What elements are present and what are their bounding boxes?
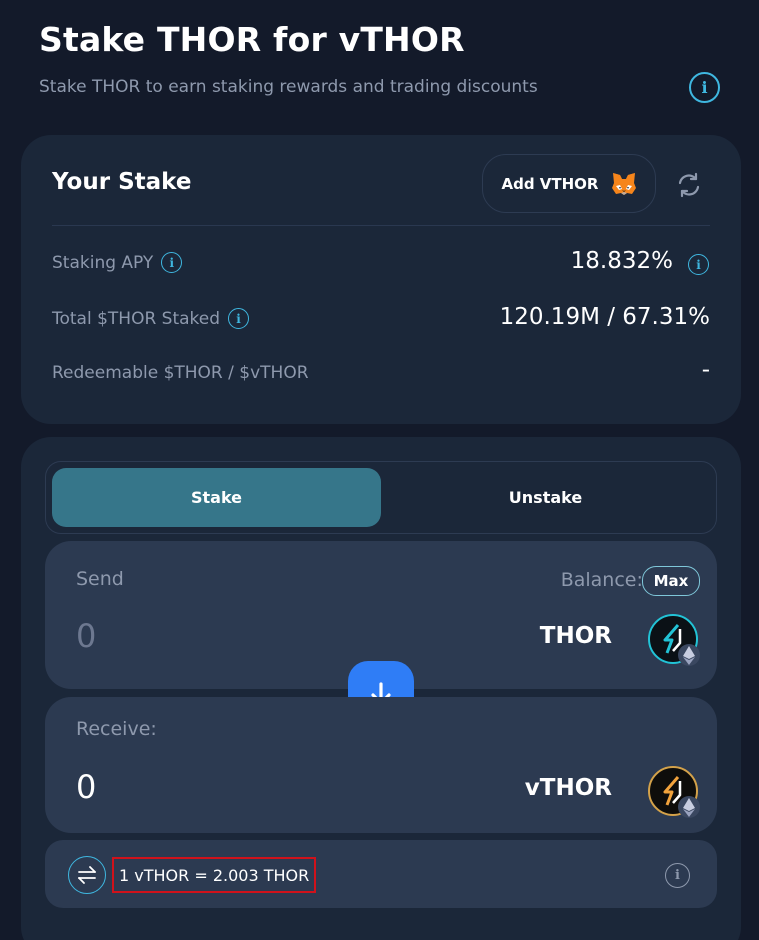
exchange-rate-text: 1 vTHOR = 2.003 THOR: [112, 857, 317, 893]
page-subtitle: Stake THOR to earn staking rewards and t…: [39, 77, 538, 97]
info-icon[interactable]: i: [161, 252, 183, 273]
swap-direction-icon[interactable]: [68, 856, 106, 894]
info-icon[interactable]: i: [665, 863, 690, 888]
send-token-symbol: THOR: [539, 623, 612, 649]
swap-arrows-icon: [78, 866, 96, 884]
send-amount-input[interactable]: 0: [76, 617, 96, 655]
thor-token-icon: [648, 614, 700, 666]
refresh-icon[interactable]: [675, 171, 703, 199]
exchange-rate-row: 1 vTHOR = 2.003 THOR i: [45, 840, 717, 908]
stake-form-card: Stake Unstake Send Balance: 0 Max 0 THOR…: [21, 437, 741, 940]
stat-label-redeemable: Redeemable $THOR / $vTHOR: [52, 363, 309, 383]
stat-label-staking-apy: Staking APY i: [52, 252, 183, 273]
stat-label-text: Staking APY: [52, 252, 154, 273]
receive-amount: 0: [76, 768, 97, 806]
info-icon[interactable]: i: [228, 308, 250, 329]
stat-value-redeemable: -: [701, 357, 710, 383]
tab-stake[interactable]: Stake: [52, 468, 381, 527]
receive-token-symbol: vTHOR: [524, 775, 612, 801]
stat-label-text: Redeemable $THOR / $vTHOR: [52, 363, 309, 383]
card-title: Your Stake: [52, 169, 192, 195]
your-stake-card: Your Stake Add VTHOR Staking APY i 18.83…: [21, 135, 741, 424]
stat-label-total-staked: Total $THOR Staked i: [52, 308, 250, 329]
stake-tabs: Stake Unstake: [45, 461, 717, 534]
max-button[interactable]: Max: [642, 566, 700, 596]
info-icon[interactable]: i: [688, 254, 709, 275]
card-divider: [52, 225, 710, 226]
vthor-token-icon: [648, 766, 700, 818]
receive-panel: Receive: 0 vTHOR: [45, 697, 717, 833]
receive-label: Receive:: [76, 718, 157, 740]
page-title: Stake THOR for vTHOR: [39, 20, 465, 59]
add-vthor-button[interactable]: Add VTHOR: [482, 154, 656, 213]
info-icon[interactable]: i: [689, 72, 720, 103]
stat-value-total-staked: 120.19M / 67.31%: [499, 304, 710, 330]
metamask-fox-icon: [611, 172, 636, 195]
send-label: Send: [76, 568, 124, 590]
tab-unstake[interactable]: Unstake: [381, 468, 710, 527]
stat-label-text: Total $THOR Staked: [52, 308, 221, 329]
stat-value-staking-apy: 18.832%: [570, 248, 673, 274]
add-vthor-label: Add VTHOR: [501, 174, 599, 193]
